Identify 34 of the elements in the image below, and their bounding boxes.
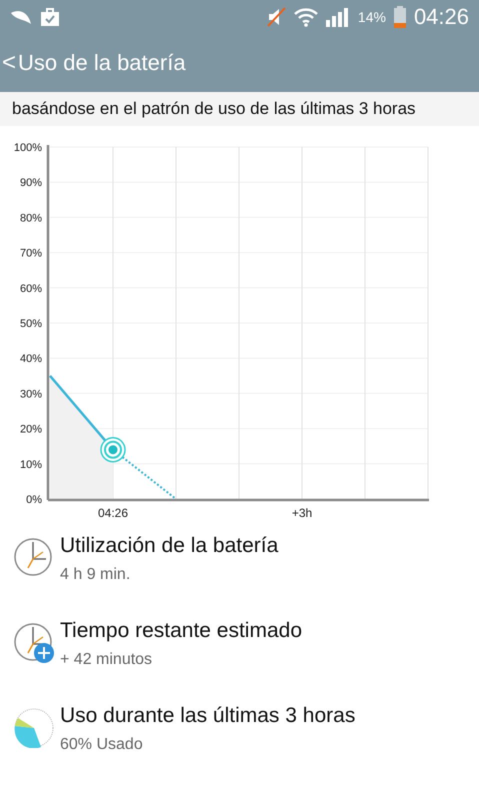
wifi-icon <box>294 7 318 27</box>
y-tick-label: 0% <box>26 494 42 506</box>
battery-percent: 14% <box>358 9 386 25</box>
current-point-icon <box>100 436 126 462</box>
y-tick-label: 40% <box>20 353 42 366</box>
battery-icon <box>394 6 406 28</box>
item-title: Tiempo restante estimado <box>60 619 302 643</box>
y-tick-label: 60% <box>20 282 42 295</box>
x-tick-label: +3h <box>292 506 312 520</box>
y-tick-label: 100% <box>14 142 42 154</box>
back-button[interactable]: < <box>0 49 18 77</box>
y-tick-label: 50% <box>20 318 42 330</box>
signal-icon <box>326 7 350 27</box>
item-title: Utilización de la batería <box>60 534 278 558</box>
clock-icon <box>14 538 54 578</box>
clock-plus-icon <box>14 623 54 663</box>
y-tick-label: 10% <box>20 458 42 471</box>
screen-title: Uso de la batería <box>18 50 186 76</box>
pie-icon <box>14 708 54 748</box>
y-tick-label: 90% <box>20 177 42 190</box>
item-detail: 4 h 9 min. <box>60 566 132 584</box>
briefcase-check-icon <box>40 8 60 26</box>
item-title: Uso durante las últimas 3 horas <box>60 704 356 728</box>
leaf-icon <box>10 9 32 25</box>
x-tick-label: 04:26 <box>98 506 128 520</box>
status-time: 04:26 <box>414 4 469 30</box>
item-detail: + 42 minutos <box>60 651 154 669</box>
y-tick-label: 30% <box>20 388 42 400</box>
y-tick-label: 70% <box>20 248 42 260</box>
y-tick-label: 80% <box>20 212 42 224</box>
subtitle: basándose en el patrón de uso de las últimas 3 horas <box>12 99 416 119</box>
y-tick-label: 20% <box>20 424 42 436</box>
mute-icon <box>266 7 286 27</box>
item-detail: 60% Usado <box>60 736 144 754</box>
